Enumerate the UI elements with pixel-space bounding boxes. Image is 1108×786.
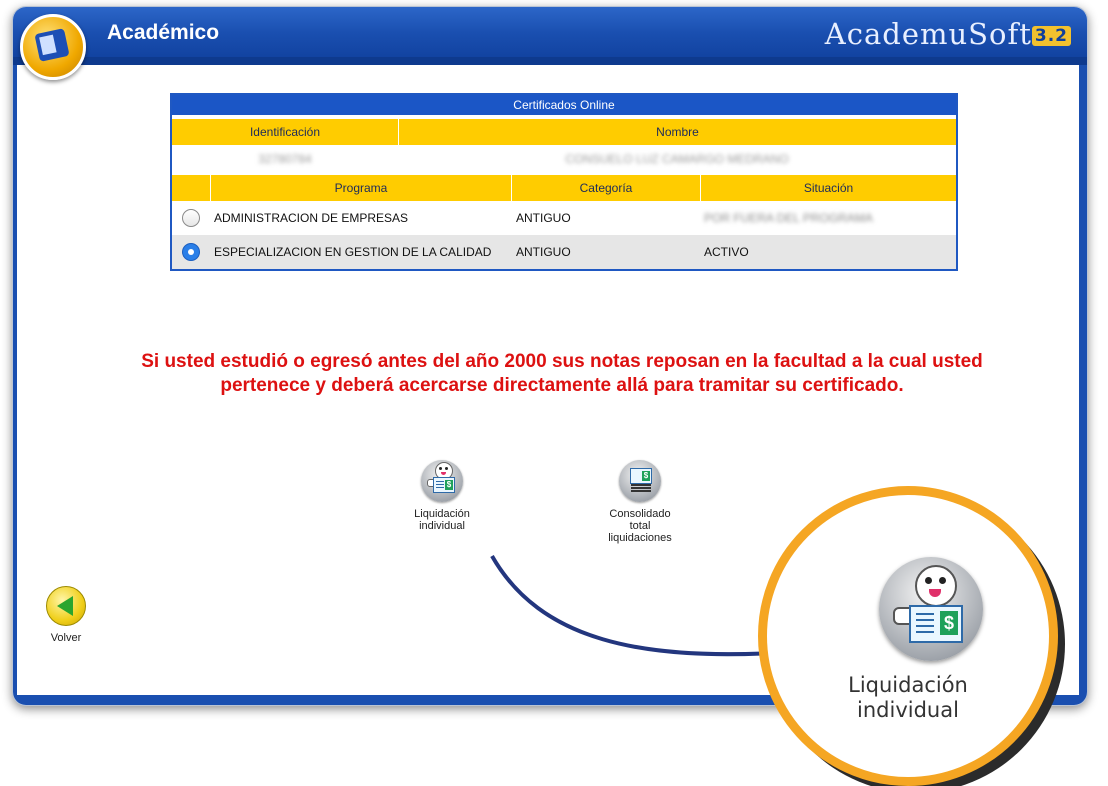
name-value: CONSUELO LUZ CAMARGO MEDRANO bbox=[565, 152, 789, 166]
program-name: ESPECIALIZACION EN GESTION DE LA CALIDAD bbox=[214, 244, 492, 259]
app-title: Académico bbox=[107, 21, 220, 44]
program-name: ADMINISTRACION DE EMPRESAS bbox=[214, 210, 409, 225]
program-header: Programa bbox=[211, 175, 512, 201]
category-header: Categoría bbox=[512, 175, 701, 201]
back-button[interactable]: Volver bbox=[36, 586, 96, 644]
consolidated-liquidations-button[interactable]: $ Consolidado total liquidaciones bbox=[580, 460, 700, 544]
back-label: Volver bbox=[50, 632, 82, 644]
program-status: ACTIVO bbox=[704, 245, 749, 259]
program-category: ANTIGUO bbox=[516, 211, 571, 225]
program-category: ANTIGUO bbox=[516, 245, 571, 259]
identity-row: 32780784 CONSUELO LUZ CAMARGO MEDRANO bbox=[172, 145, 956, 173]
zoomed-liquidation-icon: $ bbox=[879, 557, 983, 661]
panel-title: Certificados Online bbox=[172, 95, 956, 115]
back-arrow-icon bbox=[46, 586, 86, 626]
zoomed-liquidation-label: Liquidación individual bbox=[848, 673, 968, 722]
identity-header-row: Identificación Nombre bbox=[172, 119, 956, 145]
id-value: 32780784 bbox=[258, 152, 312, 166]
app-header: Académico AcademuSoft 3.2 bbox=[13, 7, 1087, 65]
academic-logo-icon[interactable] bbox=[20, 14, 86, 80]
name-header: Nombre bbox=[656, 125, 699, 139]
certificates-panel: Certificados Online Identificación Nombr… bbox=[170, 93, 958, 271]
program-row[interactable]: ADMINISTRACION DE EMPRESAS ANTIGUO POR F… bbox=[172, 201, 956, 235]
program-header-row: Programa Categoría Situación bbox=[172, 175, 956, 201]
program-row-selected[interactable]: ESPECIALIZACION EN GESTION DE LA CALIDAD… bbox=[172, 235, 956, 269]
consolidated-report-icon: $ bbox=[619, 460, 661, 502]
brand-name: AcademuSoft bbox=[824, 17, 1032, 51]
program-radio[interactable] bbox=[182, 209, 200, 227]
id-header: Identificación bbox=[172, 119, 399, 145]
zoom-callout: $ Liquidación individual bbox=[758, 486, 1058, 786]
program-radio-selected[interactable] bbox=[182, 243, 200, 261]
brand-logo: AcademuSoft 3.2 bbox=[825, 17, 1071, 51]
individual-liquidation-button[interactable]: $ Liquidación individual bbox=[382, 460, 502, 532]
status-header: Situación bbox=[803, 181, 854, 195]
individual-liquidation-label: Liquidación individual bbox=[414, 508, 470, 532]
liquidation-individual-icon: $ bbox=[421, 460, 463, 502]
brand-version: 3.2 bbox=[1031, 26, 1071, 46]
notice-text: Si usted estudió o egresó antes del año … bbox=[141, 351, 983, 396]
consolidated-liquidations-label: Consolidado total liquidaciones bbox=[608, 508, 672, 544]
program-status: POR FUERA DEL PROGRAMA bbox=[704, 211, 873, 225]
